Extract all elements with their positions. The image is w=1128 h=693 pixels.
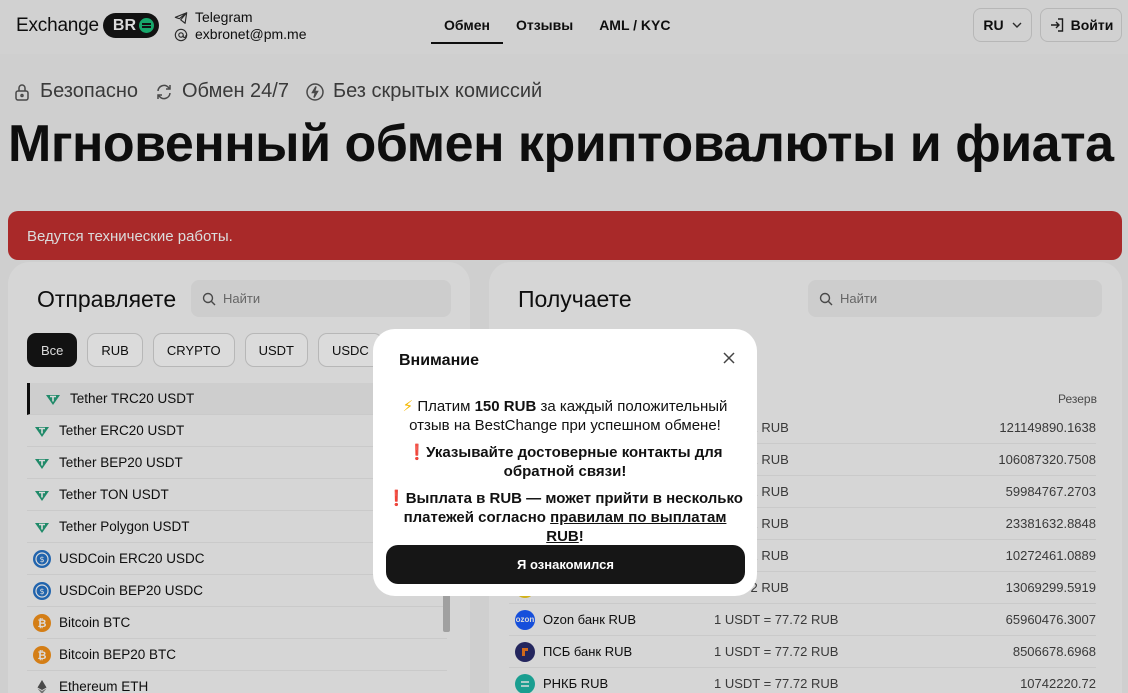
- lightning-icon: ⚡: [402, 398, 414, 415]
- reward-text-pre: Платим: [417, 398, 475, 415]
- exclamation-icon: ❗: [387, 490, 406, 507]
- modal-body: ⚡ Платим 150 RUB за каждый положительный…: [385, 397, 745, 554]
- payout-rules-link[interactable]: правилам по выплатам RUB: [546, 509, 726, 545]
- modal-paragraph-payout: ❗Выплата в RUB — может прийти в нескольк…: [385, 489, 745, 546]
- modal-paragraph-reward: ⚡ Платим 150 RUB за каждый положительный…: [385, 397, 745, 435]
- modal-title: Внимание: [399, 352, 479, 369]
- close-icon[interactable]: [721, 350, 737, 366]
- acknowledge-button[interactable]: Я ознакомился: [386, 545, 745, 584]
- modal-paragraph-contacts: ❗Указывайте достоверные контакты для обр…: [385, 443, 745, 481]
- payout-text-post: !: [578, 528, 584, 545]
- exclamation-icon: ❗: [407, 444, 427, 461]
- attention-modal: Внимание ⚡ Платим 150 RUB за каждый поло…: [373, 329, 757, 596]
- reward-amount: 150 RUB: [474, 398, 537, 415]
- contacts-warning-text: Указывайте достоверные контакты для обра…: [426, 444, 723, 480]
